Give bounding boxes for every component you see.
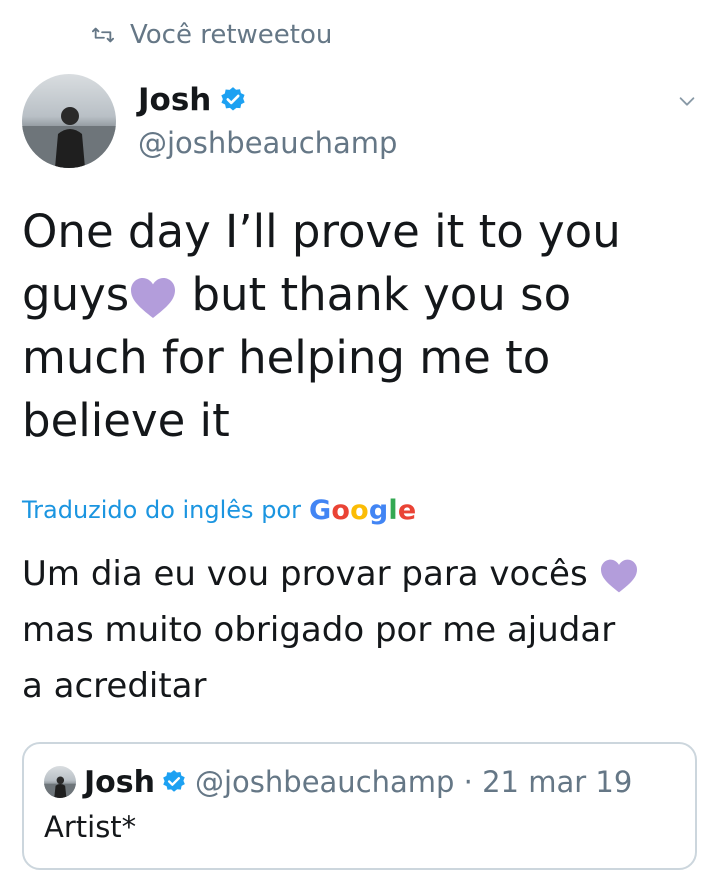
google-logo: Google bbox=[308, 494, 417, 526]
verified-badge-icon bbox=[221, 87, 246, 111]
translation-attribution[interactable]: Traduzido do inglês por Google bbox=[22, 490, 416, 530]
retweet-label: Você retweetou bbox=[130, 20, 333, 50]
quoted-tweet-text: Artist* bbox=[44, 810, 137, 844]
tweet-line-part: but thank you so bbox=[177, 268, 572, 321]
tweet-line-part: guys bbox=[22, 268, 130, 321]
tweet-line: believe it bbox=[22, 394, 230, 447]
quoted-author-name: Josh bbox=[84, 764, 155, 800]
purple-heart-icon bbox=[600, 559, 637, 592]
chevron-down-icon[interactable] bbox=[676, 90, 698, 112]
translation-line-part: Um dia eu vou provar para vocês bbox=[22, 554, 599, 594]
author-handle[interactable]: @joshbeauchamp bbox=[138, 126, 397, 160]
tweet-line: much for helping me to bbox=[22, 331, 551, 384]
retweet-indicator: Você retweetou bbox=[92, 18, 332, 52]
quoted-avatar-photo bbox=[44, 776, 76, 798]
retweet-icon bbox=[92, 27, 114, 43]
tweet-line: One day I’ll prove it to you bbox=[22, 205, 621, 258]
translation-line: a acreditar bbox=[22, 666, 207, 706]
avatar-photo bbox=[22, 107, 116, 168]
tweet-line: guys but thank you so bbox=[22, 263, 692, 326]
translation-text: Um dia eu vou provar para vocês mas muit… bbox=[22, 546, 702, 714]
quoted-tweet[interactable]: Josh @joshbeauchamp · 21 mar 19 Artist* bbox=[22, 742, 697, 870]
tweet-text: One day I’ll prove it to you guys but th… bbox=[22, 200, 692, 452]
purple-heart-icon bbox=[131, 278, 176, 318]
quoted-tweet-header: Josh @joshbeauchamp · 21 mar 19 bbox=[44, 762, 632, 802]
translation-line: Um dia eu vou provar para vocês bbox=[22, 546, 702, 602]
author-name[interactable]: Josh bbox=[138, 82, 211, 118]
verified-badge-icon bbox=[163, 770, 185, 792]
translation-line: mas muito obrigado por me ajudar bbox=[22, 610, 616, 650]
translation-label: Traduzido do inglês por bbox=[22, 496, 301, 524]
avatar[interactable] bbox=[22, 74, 116, 168]
author-block: Josh @joshbeauchamp bbox=[138, 80, 397, 160]
quoted-handle-date: @joshbeauchamp · 21 mar 19 bbox=[195, 765, 633, 799]
quoted-avatar bbox=[44, 766, 76, 798]
